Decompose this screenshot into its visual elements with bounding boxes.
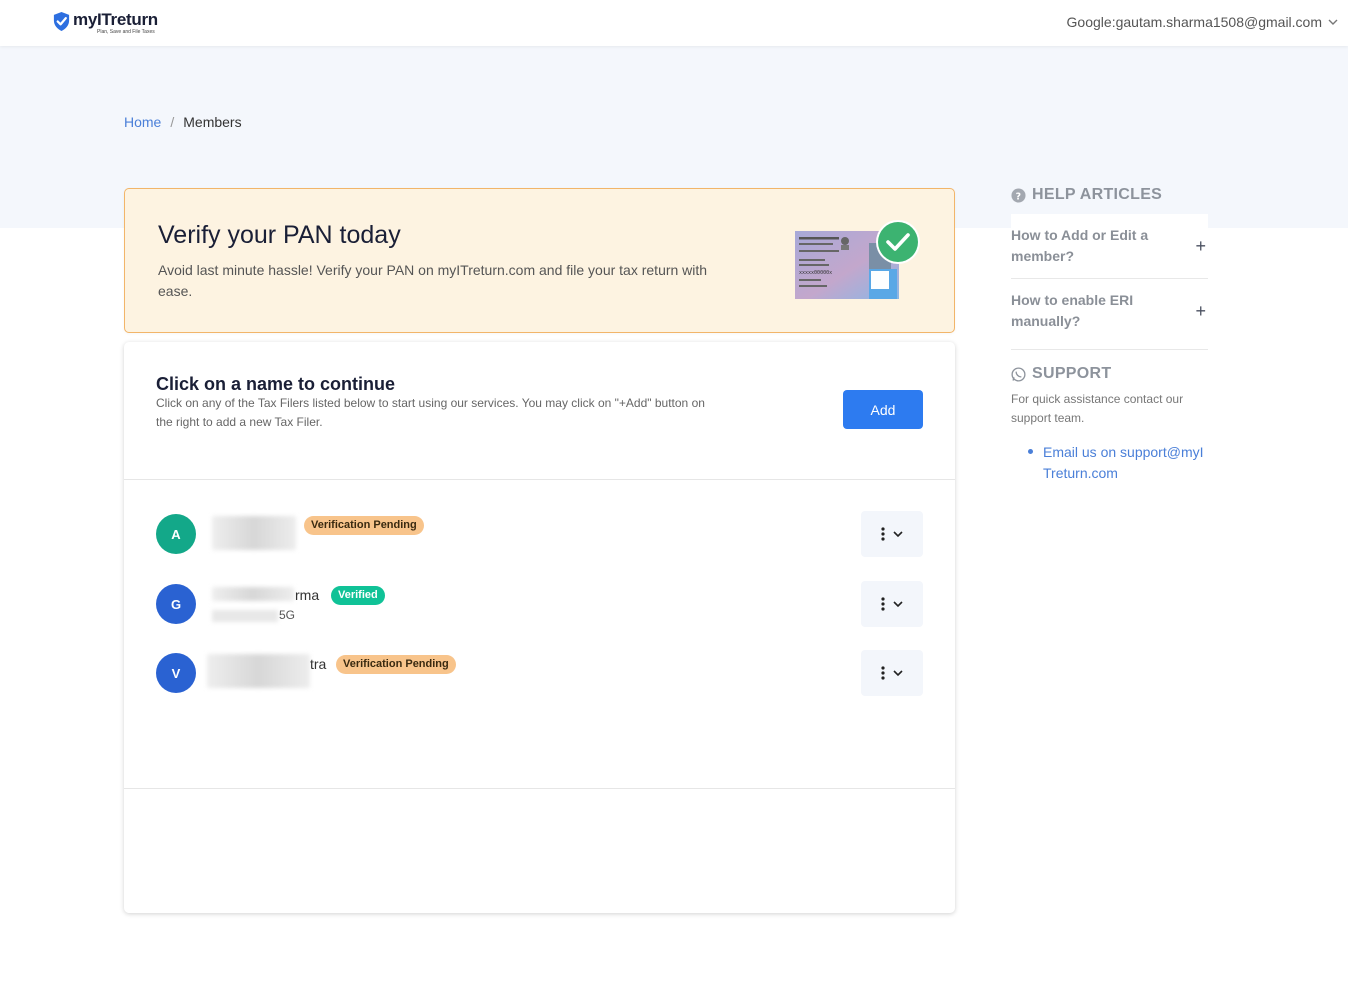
whatsapp-icon: [1011, 366, 1026, 382]
status-badge: Verification Pending: [304, 516, 424, 535]
support-heading-text: SUPPORT: [1032, 365, 1112, 382]
top-navbar: myITreturn Plan, Save and File Taxes Goo…: [0, 0, 1348, 46]
svg-text:?: ?: [1016, 191, 1022, 202]
member-pan-visible: 5G: [279, 608, 296, 622]
shield-check-icon: [53, 12, 70, 31]
status-badge: Verified: [331, 586, 385, 605]
chevron-down-icon: [893, 530, 903, 537]
kebab-menu-icon: [881, 527, 885, 541]
member-actions-button[interactable]: [861, 581, 923, 627]
help-sidebar: ? HELP ARTICLES How to Add or Edit a mem…: [1011, 186, 1208, 484]
add-member-button[interactable]: Add: [843, 390, 923, 429]
member-name-visible: tra: [310, 656, 327, 672]
plus-icon: +: [1195, 300, 1206, 321]
avatar: V: [156, 653, 196, 693]
brand-tagline: Plan, Save and File Taxes: [97, 29, 155, 35]
help-heading-text: HELP ARTICLES: [1032, 186, 1163, 203]
members-card: Click on a name to continue Click on any…: [124, 342, 955, 913]
members-title: Click on a name to continue: [156, 374, 396, 394]
help-article-enable-eri[interactable]: How to enable ERI manually? +: [1011, 279, 1208, 350]
pan-banner-title: Verify your PAN today: [158, 221, 401, 249]
help-article-title: How to enable ERI manually?: [1011, 292, 1134, 329]
help-articles-list: How to Add or Edit a member? + How to en…: [1011, 214, 1208, 350]
breadcrumb-separator: /: [170, 114, 175, 130]
help-article-add-edit-member[interactable]: How to Add or Edit a member? +: [1011, 214, 1208, 279]
redacted-name: [212, 587, 294, 601]
redacted-name: [207, 654, 310, 688]
support-contact-list: Email us on support@myITreturn.com: [1011, 442, 1208, 484]
avatar: G: [156, 584, 196, 624]
member-row[interactable]: V tra Verification Pending: [156, 650, 923, 696]
chevron-down-icon: [893, 669, 903, 676]
members-description: Click on any of the Tax Filers listed be…: [156, 396, 705, 429]
member-row[interactable]: G rma Verified 5G: [156, 581, 923, 627]
verify-pan-banner[interactable]: Verify your PAN today Avoid last minute …: [124, 188, 955, 333]
breadcrumb-current: Members: [183, 114, 242, 130]
help-articles-heading: ? HELP ARTICLES: [1011, 186, 1208, 204]
breadcrumb: Home / Members: [124, 114, 242, 130]
kebab-menu-icon: [881, 666, 885, 680]
svg-text:xxxxx00000x: xxxxx00000x: [799, 270, 832, 276]
member-row[interactable]: A Verification Pending: [156, 511, 923, 557]
breadcrumb-home-link[interactable]: Home: [124, 114, 161, 130]
plus-icon: +: [1195, 235, 1206, 256]
divider: [124, 788, 955, 789]
account-menu[interactable]: Google:gautam.sharma1508@gmail.com: [1067, 14, 1338, 30]
chevron-down-icon: [1328, 19, 1338, 25]
avatar: A: [156, 514, 196, 554]
divider: [124, 479, 955, 480]
member-name-visible: rma: [295, 587, 320, 603]
member-actions-button[interactable]: [861, 511, 923, 557]
help-article-title: How to Add or Edit a member?: [1011, 227, 1149, 264]
account-email: Google:gautam.sharma1508@gmail.com: [1066, 14, 1322, 30]
pan-card-check-illustration: xxxxx00000x: [795, 220, 920, 299]
member-actions-button[interactable]: [861, 650, 923, 696]
support-description: For quick assistance contact our support…: [1011, 392, 1184, 425]
redacted-name: [212, 516, 296, 550]
kebab-menu-icon: [881, 597, 885, 611]
redacted-pan: [212, 610, 278, 622]
pan-banner-description: Avoid last minute hassle! Verify your PA…: [158, 262, 708, 299]
support-heading: SUPPORT: [1011, 365, 1208, 383]
brand-name: myITreturn: [73, 10, 158, 29]
question-circle-icon: ?: [1011, 187, 1026, 203]
list-bullet: [1028, 449, 1033, 454]
support-email-link[interactable]: Email us on support@myITreturn.com: [1043, 442, 1208, 484]
status-badge: Verification Pending: [336, 655, 456, 674]
brand-logo[interactable]: myITreturn Plan, Save and File Taxes: [52, 10, 158, 35]
chevron-down-icon: [893, 600, 903, 607]
